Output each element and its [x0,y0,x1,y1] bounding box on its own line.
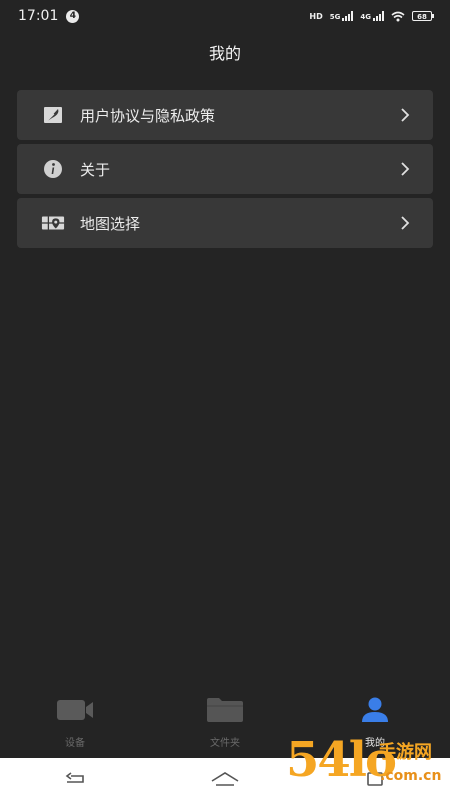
nav-tab-devices[interactable]: 设备 [15,694,135,749]
nav-tab-folder[interactable]: 文件夹 [165,694,285,749]
nav-label: 设备 [65,738,85,749]
notification-badge: 4 [66,9,80,23]
battery-icon: 68 [412,11,434,21]
home-icon[interactable] [205,764,245,794]
status-time: 17:01 [18,8,59,24]
status-right: HD 5G 4G 68 [309,11,434,22]
status-left: 17:01 4 [18,8,80,24]
system-nav-bar [0,758,450,800]
signal-5g-icon: 5G [330,11,354,21]
page-title: 我的 [208,44,241,63]
wifi-icon [391,11,405,21]
chevron-right-icon [401,108,410,122]
signal-4g-icon: 4G [360,11,384,21]
nav-label: 我的 [365,738,385,749]
video-camera-icon [56,694,94,726]
info-icon [41,157,65,181]
bottom-nav: 设备 文件夹 我的 [0,694,450,756]
status-bar: 17:01 4 HD 5G 4G 68 [0,0,450,32]
hd-icon: HD [309,11,323,21]
chevron-right-icon [401,162,410,176]
folder-icon [206,694,244,726]
chevron-right-icon [401,216,410,230]
settings-menu: 用户协议与隐私政策 关于 地图选择 [17,90,433,252]
back-icon[interactable] [55,764,95,794]
menu-item-privacy[interactable]: 用户协议与隐私政策 [17,90,433,140]
menu-item-label: 关于 [80,160,111,179]
screen: 17:01 4 HD 5G 4G 68 我的 用户协议与隐私政策 关于 地图选择… [0,0,450,800]
nav-label: 文件夹 [210,738,240,749]
menu-item-map-select[interactable]: 地图选择 [17,198,433,248]
person-icon [360,694,390,726]
map-pin-icon [41,211,65,235]
feather-pen-icon [41,103,65,127]
recent-apps-icon[interactable] [355,764,395,794]
nav-tab-mine[interactable]: 我的 [315,694,435,749]
menu-item-label: 用户协议与隐私政策 [80,106,216,125]
menu-item-label: 地图选择 [80,214,141,233]
menu-item-about[interactable]: 关于 [17,144,433,194]
